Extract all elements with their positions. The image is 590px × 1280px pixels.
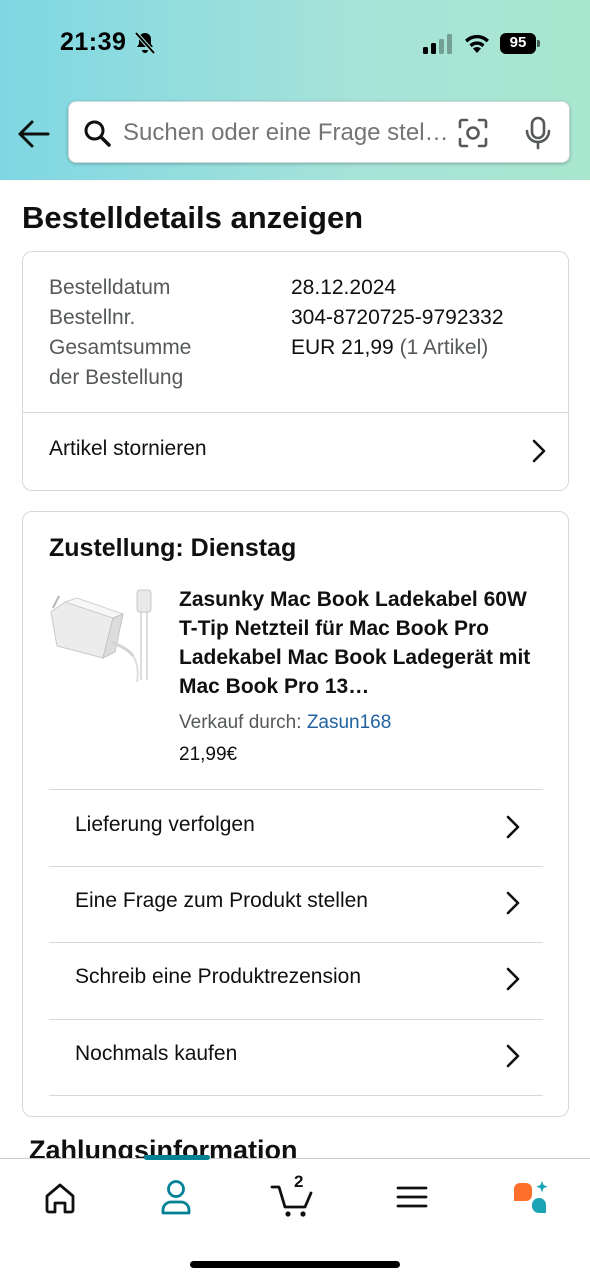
order-number-row: Bestellnr. 304-8720725-9792332 bbox=[49, 303, 504, 333]
order-item-count: (1 Artikel) bbox=[399, 336, 489, 359]
track-delivery-row[interactable]: Lieferung verfolgen bbox=[49, 790, 543, 865]
order-total-amount: EUR 21,99 bbox=[291, 336, 394, 359]
order-number-value: 304-8720725-9792332 bbox=[291, 306, 504, 329]
chevron-right-icon bbox=[506, 1044, 520, 1068]
track-delivery-label: Lieferung verfolgen bbox=[75, 813, 255, 836]
order-total-label-line1: Gesamtsumme bbox=[49, 336, 192, 359]
microphone-icon[interactable] bbox=[525, 116, 551, 150]
seller-prefix: Verkauf durch: bbox=[179, 712, 302, 733]
chevron-right-icon bbox=[506, 891, 520, 915]
order-total-label-line2: der Bestellung bbox=[49, 366, 184, 389]
home-icon[interactable] bbox=[28, 1175, 92, 1219]
buy-again-label: Nochmals kaufen bbox=[75, 1042, 238, 1065]
battery-indicator: 95 bbox=[500, 33, 540, 55]
signal-icon bbox=[423, 34, 452, 54]
bell-off-icon bbox=[134, 31, 156, 55]
ask-question-row[interactable]: Eine Frage zum Produkt stellen bbox=[49, 867, 543, 942]
chevron-right-icon bbox=[506, 967, 520, 991]
order-total-value: EUR 21,99 (1 Artikel) bbox=[291, 333, 488, 363]
order-summary-card: Bestelldatum 28.12.2024 Bestellnr. 304-8… bbox=[22, 251, 569, 491]
product-image[interactable] bbox=[49, 586, 157, 686]
chevron-right-icon bbox=[532, 439, 546, 463]
account-icon[interactable] bbox=[144, 1175, 208, 1219]
home-indicator bbox=[190, 1261, 400, 1268]
search-box[interactable] bbox=[68, 101, 570, 163]
order-date-value: 28.12.2024 bbox=[291, 276, 397, 299]
ask-question-label: Eine Frage zum Produkt stellen bbox=[75, 889, 368, 912]
rufus-icon[interactable] bbox=[496, 1175, 560, 1219]
chevron-right-icon bbox=[506, 815, 520, 839]
buy-again-row[interactable]: Nochmals kaufen bbox=[49, 1020, 543, 1096]
nav-active-indicator bbox=[144, 1155, 210, 1160]
divider bbox=[49, 1095, 543, 1096]
order-number-label: Bestellnr. bbox=[49, 306, 136, 329]
order-total-row: Gesamtsumme der Bestellung EUR 21,99 (1 … bbox=[49, 333, 488, 393]
search-icon bbox=[84, 120, 111, 147]
cart-count-badge: 2 bbox=[294, 1172, 304, 1191]
cancel-items-label: Artikel stornieren bbox=[49, 437, 207, 460]
page-title: Bestelldetails anzeigen bbox=[22, 200, 364, 235]
back-arrow-icon[interactable] bbox=[16, 118, 50, 150]
product-price: 21,99€ bbox=[179, 744, 238, 765]
status-time: 21:39 bbox=[60, 28, 127, 56]
delivery-title: Zustellung: Dienstag bbox=[49, 534, 297, 562]
battery-level: 95 bbox=[509, 34, 527, 51]
wifi-icon bbox=[465, 34, 489, 53]
product-title[interactable]: Zasunky Mac Book Ladekabel 60W T-Tip Net… bbox=[179, 585, 545, 701]
seller-info: Verkauf durch: Zasun168 bbox=[179, 712, 391, 734]
menu-icon[interactable] bbox=[380, 1175, 444, 1219]
seller-link[interactable]: Zasun168 bbox=[307, 712, 392, 733]
order-date-label: Bestelldatum bbox=[49, 276, 171, 299]
order-date-row: Bestelldatum 28.12.2024 bbox=[49, 273, 396, 303]
header: 21:39 95 bbox=[0, 0, 590, 180]
cancel-items-row[interactable]: Artikel stornieren bbox=[23, 413, 568, 490]
delivery-card: Zustellung: Dienstag Zasunky Mac Book La… bbox=[22, 511, 569, 1117]
search-input[interactable] bbox=[123, 114, 453, 152]
write-review-label: Schreib eine Produktrezension bbox=[75, 965, 362, 988]
write-review-row[interactable]: Schreib eine Produktrezension bbox=[49, 943, 543, 1019]
camera-scan-icon[interactable] bbox=[457, 117, 489, 149]
